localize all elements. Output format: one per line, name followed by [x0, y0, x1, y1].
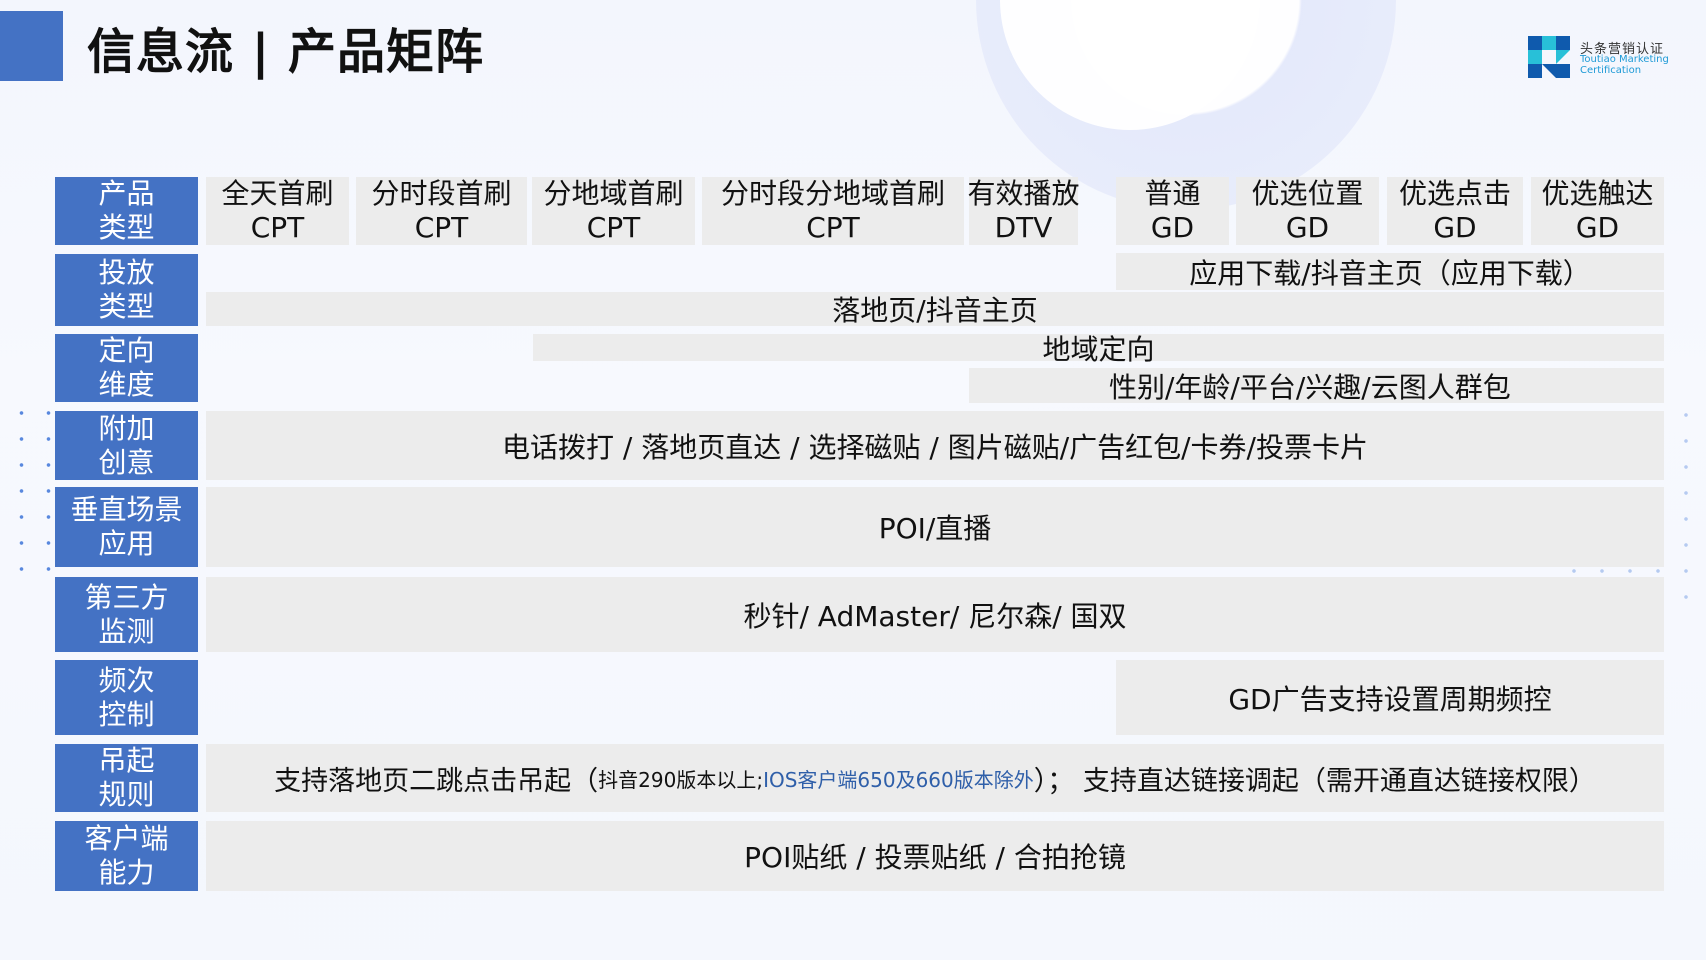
logo-text-en-line1: Toutiao Marketing	[1580, 54, 1669, 65]
delivery-app-download: 应用下载/抖音主页（应用下载）	[1116, 253, 1664, 290]
row-header-extra-creative: 附加 创意	[55, 411, 198, 480]
row-header-monitoring: 第三方 监测	[55, 577, 198, 652]
row-header-client-capability: 客户端 能力	[55, 821, 198, 891]
row-header-delivery-type: 投放 类型	[55, 254, 198, 326]
product-cell: 有效播放 DTV	[967, 177, 1080, 245]
logo-text-en-line2: Certification	[1580, 65, 1642, 76]
invoke-rules-cell: 支持落地页二跳点击吊起（ 抖音290版本以上; IOS客户端650及660版本除外…	[206, 744, 1664, 812]
row-header-product-type: 产品 类型	[55, 177, 198, 245]
product-cell: 普通 GD	[1116, 177, 1229, 245]
frequency-cell: GD广告支持设置周期频控	[1116, 660, 1664, 735]
logo-icon	[1528, 36, 1570, 78]
client-capability-cell: POI贴纸 / 投票贴纸 / 合拍抢镜	[206, 821, 1664, 891]
invoke-text-main: 支持落地页二跳点击吊起（	[274, 765, 599, 797]
targeting-region: 地域定向	[533, 333, 1664, 366]
row-header-targeting: 定向 维度	[55, 334, 198, 402]
extra-creative-cell: 电话拨打 / 落地页直达 / 选择磁贴 / 图片磁贴/广告红包/卡券/投票卡片	[206, 411, 1664, 480]
monitoring-cell: 秒针/ AdMaster/ 尼尔森/ 国双	[206, 577, 1664, 652]
logo-text-en: Toutiao Marketing Certification	[1580, 54, 1669, 76]
invoke-text-direct-link: ）； 支持直达链接调起（需开通直达链接权限）	[1033, 765, 1596, 797]
title-accent-block	[0, 11, 63, 81]
product-cell: 优选位置 GD	[1236, 177, 1379, 245]
product-cell: 优选点击 GD	[1387, 177, 1523, 245]
product-cell: 优选触达 GD	[1531, 177, 1664, 245]
page-title: 信息流 | 产品矩阵	[87, 24, 484, 80]
delivery-landing-page: 落地页/抖音主页	[206, 292, 1664, 327]
product-cell: 分地域首刷 CPT	[532, 177, 695, 245]
decorative-dots-left	[8, 400, 58, 580]
logo: 头条营销认证 Toutiao Marketing Certification	[1528, 36, 1706, 80]
product-cell: 分时段分地域首刷 CPT	[702, 177, 964, 245]
product-cell: 全天首刷 CPT	[206, 177, 349, 245]
vertical-scene-cell: POI/直播	[206, 487, 1664, 567]
row-header-invoke-rules: 吊起 规则	[55, 744, 198, 812]
invoke-note-ios: IOS客户端650及660版本除外	[763, 767, 1034, 792]
product-cell: 分时段首刷 CPT	[356, 177, 527, 245]
row-header-vertical-scene: 垂直场景 应用	[55, 487, 198, 567]
invoke-note-version: 抖音290版本以上;	[598, 767, 764, 792]
targeting-audience: 性别/年龄/平台/兴趣/云图人群包	[969, 368, 1664, 404]
row-header-frequency: 频次 控制	[55, 660, 198, 735]
